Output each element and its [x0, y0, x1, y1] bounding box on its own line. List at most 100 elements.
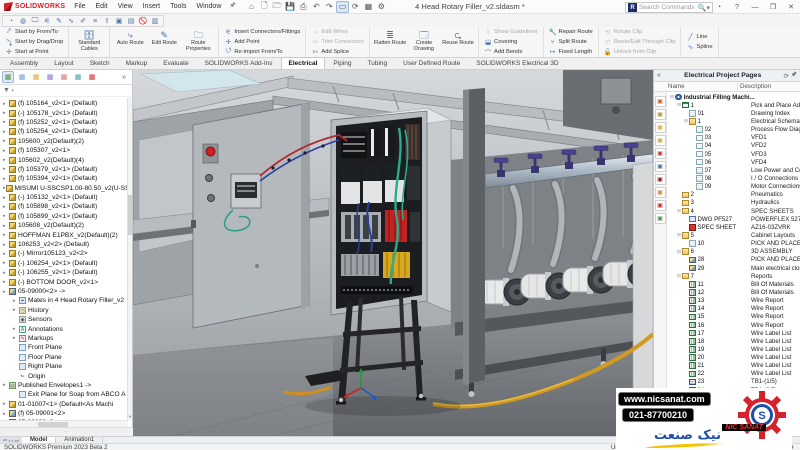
electrical-tree-icon[interactable]: ▦ — [86, 71, 98, 83]
feature-tree-vertical-scrollbar[interactable]: ▼ — [127, 98, 132, 420]
tree-item[interactable]: Floor Plane — [0, 353, 127, 362]
project-page-row[interactable]: 20 Wire Label List — [667, 354, 800, 362]
tree-item[interactable]: ◉ Sensors — [0, 315, 127, 324]
tree-item[interactable]: ▸ (f) 105394_v2<1> (Default) — [0, 174, 127, 183]
file-explorer-icon[interactable]: ▣ — [654, 122, 666, 133]
ribbon-button-add-point[interactable]: ✛ Add Point — [222, 38, 302, 47]
tree-item[interactable]: ▸ ◷ History — [0, 306, 127, 315]
project-page-row[interactable]: 15 Wire Report — [667, 313, 800, 321]
tab-markup[interactable]: Markup — [118, 57, 156, 69]
view-palette-icon[interactable]: ▣ — [654, 135, 666, 146]
ribbon-button-start-by-drag-drop[interactable]: ⤵ Start by Drag/Drop — [3, 38, 65, 47]
project-page-row[interactable]: 22 Wire Label List — [667, 370, 800, 378]
cabinet-layout-icon[interactable]: 🖵 — [29, 16, 41, 26]
tree-item[interactable]: ▸ (f) 105899_v2<1> (Default) — [0, 212, 127, 221]
ribbon-button-repair-route[interactable]: 🔧 Repair Route — [547, 28, 595, 37]
tree-item[interactable]: ▸ (f) 105254_v2<1> (Default) — [0, 127, 127, 136]
feature-tree-filter[interactable]: ▼ ▾ — [0, 85, 132, 97]
help-icon[interactable]: ? — [728, 0, 746, 14]
project-page-row[interactable]: ⊟1Pick and Place Add-On — [667, 101, 800, 109]
column-description[interactable]: Description — [738, 82, 800, 91]
custom-properties-icon[interactable]: ▣ — [654, 174, 666, 185]
restore-icon[interactable]: ❐ — [764, 0, 782, 14]
tree-item[interactable]: ▸ (f) 105164_v2<1> (Default) — [0, 99, 127, 108]
tree-item[interactable]: ▸ (-) 105178_v2<1> (Default) — [0, 108, 127, 117]
featuremanager-icon[interactable]: ▦ — [2, 71, 14, 83]
open-icon[interactable]: 🗁 — [271, 1, 284, 13]
feature-tree-horizontal-scrollbar[interactable] — [0, 420, 128, 427]
disable-icon[interactable]: 🚫 — [137, 16, 149, 26]
project-page-row[interactable]: ⊟ 5 Cabinet Layouts — [667, 231, 800, 239]
graphics-viewport[interactable] — [133, 70, 653, 436]
tab-user-defined-route[interactable]: User Defined Route — [395, 57, 468, 69]
design-library-icon[interactable]: ▣ — [654, 109, 666, 120]
minimize-icon[interactable]: — — [746, 0, 764, 14]
project-page-row[interactable]: 12 Bill Of Materials — [667, 288, 800, 296]
project-page-row[interactable]: 01 Drawing Index — [667, 109, 800, 117]
project-page-row[interactable]: 06 VFD4 — [667, 158, 800, 166]
update-icon[interactable]: ⇧ — [101, 16, 113, 26]
tree-item[interactable]: ▸ (-) 105132_v2<1> (Default) — [0, 193, 127, 202]
ribbon-button-covering[interactable]: ⬓ Covering — [482, 38, 540, 47]
tree-item[interactable]: ▸ (f) 105307_v2<1> — [0, 146, 127, 155]
propertymanager-icon[interactable]: ▦ — [16, 71, 28, 83]
project-page-row[interactable]: 18 Wire Label List — [667, 337, 800, 345]
ribbon-button-start-by-from-to[interactable]: ⤤ Start by From/To — [3, 28, 65, 37]
tab-sketch[interactable]: Sketch — [82, 57, 118, 69]
tree-item[interactable]: ▸ (f) 105898_v2<1> (Default) — [0, 202, 127, 211]
tree-item[interactable]: ▸ (-) 106255_v2<1> (Default) — [0, 268, 127, 277]
project-page-row[interactable]: 09 Motor Connections — [667, 183, 800, 191]
project-page-row[interactable]: 23 TB1-(1/5) — [667, 378, 800, 386]
project-page-row[interactable]: 11 Bill Of Materials — [667, 280, 800, 288]
project-page-row[interactable]: 3 Hydraulics — [667, 199, 800, 207]
tree-item[interactable]: ▸ HOFFMAN E1PBX_v2(Default)(2) — [0, 230, 127, 239]
ribbon-button-flatten-route[interactable]: ≣ Flatten Route — [373, 28, 407, 56]
panel-resize-handle[interactable]: ⋯ — [0, 427, 133, 436]
ribbon-button-fixed-length[interactable]: ↦ Fixed Length — [547, 47, 595, 56]
new-document-icon[interactable]: 🗋 — [258, 1, 271, 13]
project-page-row[interactable]: ⊟ 4 SPEC SHEETS — [667, 207, 800, 215]
tab-solidworks-add-ins[interactable]: SOLIDWORKS Add-Ins — [197, 57, 281, 69]
tree-item[interactable]: ▸ (f) 105252_v2<1> (Default) — [0, 118, 127, 127]
tree-item[interactable]: ▸ ⌖ Mates in 4 Head Rotary Filler_v2 — [0, 296, 127, 305]
ribbon-button-edit-route[interactable]: ✎ Edit Route — [147, 28, 181, 56]
resources-icon[interactable]: ▣ — [654, 96, 666, 107]
close-icon[interactable]: ✕ — [782, 0, 800, 14]
save-icon[interactable]: 💾 — [284, 1, 297, 13]
tree-item[interactable]: Front Plane — [0, 343, 127, 352]
scrollbar-thumb[interactable] — [128, 194, 132, 235]
tree-item[interactable]: ▸ (-) 106254_v2<1> (Default) — [0, 259, 127, 268]
dimxpert-icon[interactable]: ▦ — [44, 71, 56, 83]
search-icon[interactable]: 🔍▾ — [698, 4, 710, 12]
edit-wire-icon[interactable]: ✐ — [77, 16, 89, 26]
scroll-down-arrow[interactable]: ▼ — [128, 414, 132, 420]
project-page-row[interactable]: DWG PF527 POWERFLEX 527 — [667, 215, 800, 223]
ribbon-button-add-splice[interactable]: ✄ Add Splice — [309, 47, 366, 56]
forum-icon[interactable]: ▣ — [654, 187, 666, 198]
project-page-row[interactable]: 14 Wire Report — [667, 305, 800, 313]
project-page-row[interactable]: ⊟ 6 3D ASSEMBLY — [667, 248, 800, 256]
tab-piping[interactable]: Piping — [325, 57, 359, 69]
displaymanager-icon[interactable]: ▦ — [58, 71, 70, 83]
project-page-row[interactable]: 2 Pneumatics — [667, 191, 800, 199]
column-name[interactable]: Name — [654, 82, 738, 91]
ribbon-button-line[interactable]: ╱ Line — [684, 33, 714, 42]
menu-insert[interactable]: Insert — [138, 1, 166, 12]
project-page-row[interactable]: 02 Process Flow Diagram — [667, 126, 800, 134]
pin-menu-icon[interactable]: 🖈 — [226, 1, 238, 12]
electrical-manager-icon[interactable]: ◔ — [5, 16, 17, 26]
project-page-row[interactable]: 05 VFD3 — [667, 150, 800, 158]
project-page-row[interactable]: 17 Wire Label List — [667, 329, 800, 337]
tab-assembly[interactable]: Assembly — [2, 57, 46, 69]
tree-item[interactable]: ▸ 105608_v2(Default)(2) — [0, 221, 127, 230]
tree-item[interactable]: ⌙ Origin — [0, 371, 127, 380]
print-icon[interactable]: ⎙ — [297, 1, 310, 13]
tree-item[interactable]: ▸ (-) Mirror105123_v2<2> — [0, 249, 127, 258]
tree-item[interactable]: ▸ (f) 05-09001<2> — [0, 409, 127, 418]
menu-window[interactable]: Window — [191, 1, 226, 12]
project-page-row[interactable]: 04 VFD2 — [667, 142, 800, 150]
tree-item[interactable]: Right Plane — [0, 362, 127, 371]
tree-item[interactable]: ▸ 01-01007<1> (Default<As Machi — [0, 400, 127, 409]
ribbon-button-start-at-point[interactable]: ✛ Start at Point — [3, 48, 65, 57]
project-page-row[interactable]: 29 Main electrical closet — [667, 264, 800, 272]
